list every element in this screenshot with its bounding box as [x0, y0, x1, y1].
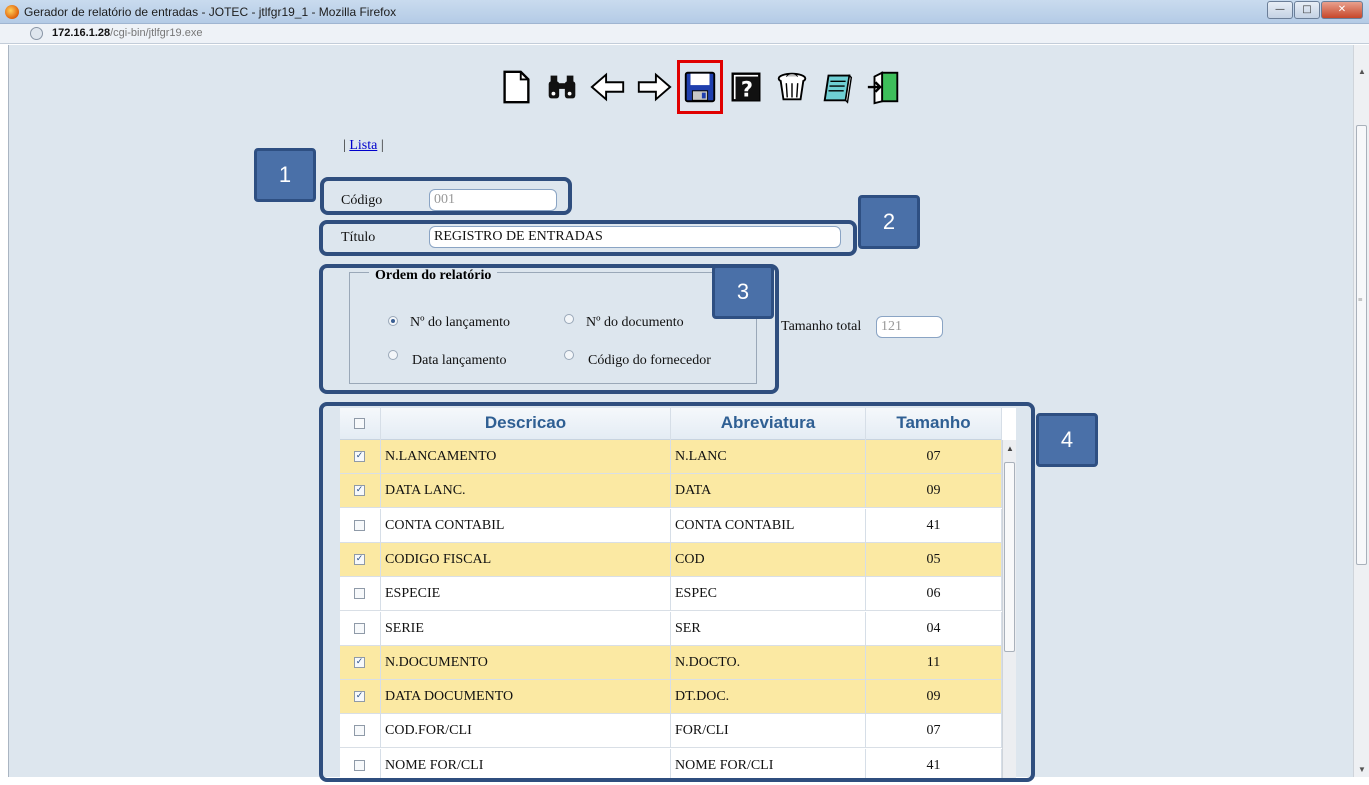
radio-label-codigo-fornecedor: Código do fornecedor [588, 353, 711, 368]
next-button[interactable] [631, 60, 677, 114]
binoculars-search-icon [548, 75, 576, 99]
address-bar[interactable]: 172.16.1.28/cgi-bin/jtlfgr19.exe [0, 24, 1369, 44]
radio-codigo-fornecedor[interactable] [564, 350, 574, 360]
callout-4: 4 [1036, 413, 1098, 467]
url-text[interactable]: 172.16.1.28/cgi-bin/jtlfgr19.exe [52, 27, 202, 39]
trash-icon [777, 72, 807, 101]
minimize-button[interactable]: — [1267, 1, 1293, 19]
save-floppy-icon [684, 71, 716, 103]
close-button[interactable]: ✕ [1321, 1, 1363, 19]
radio-n-documento[interactable] [564, 314, 574, 324]
notes-button[interactable] [815, 60, 861, 114]
globe-icon [30, 27, 43, 40]
save-button[interactable] [677, 60, 723, 114]
callout-frame-4 [319, 402, 1035, 782]
delete-button[interactable] [769, 60, 815, 114]
radio-n-lancamento[interactable] [388, 316, 398, 326]
window-controls: — □ ✕ [1266, 1, 1363, 19]
radio-data-lancamento[interactable] [388, 350, 398, 360]
help-icon: ? [731, 72, 761, 102]
window-title: Gerador de relatório de entradas - JOTEC… [24, 5, 397, 19]
notebook-icon [823, 74, 853, 104]
scrollbar-thumb[interactable] [1356, 125, 1367, 565]
firefox-icon [5, 5, 19, 19]
previous-button[interactable] [585, 60, 631, 114]
scroll-up-icon[interactable]: ▲ [1358, 67, 1366, 76]
exit-door-icon [867, 71, 899, 105]
titulo-field[interactable] [429, 226, 841, 248]
scrollbar-grip-icon: ≡ [1358, 295, 1363, 304]
maximize-button[interactable]: □ [1294, 1, 1320, 19]
ordem-legend: Ordem do relatório [369, 268, 498, 284]
radio-label-n-documento: Nº do documento [586, 315, 684, 330]
help-button[interactable]: ? [723, 60, 769, 114]
tamanho-total-field[interactable] [876, 316, 943, 338]
scroll-down-icon[interactable]: ▼ [1358, 765, 1366, 774]
toolbar: ? [493, 60, 907, 114]
callout-3: 3 [712, 265, 774, 319]
new-document-icon [503, 70, 530, 104]
radio-label-data-lancamento: Data lançamento [412, 353, 507, 368]
svg-text:?: ? [741, 78, 753, 102]
arrow-left-icon [590, 72, 625, 102]
search-button[interactable] [539, 60, 585, 114]
exit-button[interactable] [861, 60, 907, 114]
arrow-right-icon [637, 72, 672, 102]
callout-1: 1 [254, 148, 316, 202]
window-titlebar: Gerador de relatório de entradas - JOTEC… [0, 0, 1369, 24]
titulo-label: Título [341, 230, 376, 245]
new-document-button[interactable] [493, 60, 539, 114]
nav-separator-right: | [380, 138, 384, 153]
url-path: /cgi-bin/jtlfgr19.exe [110, 27, 203, 39]
codigo-label: Código [341, 193, 383, 208]
lista-link[interactable]: Lista [349, 138, 377, 153]
radio-label-n-lancamento: Nº do lançamento [410, 315, 510, 330]
nav-links: | Lista | [343, 138, 384, 154]
codigo-field[interactable] [429, 189, 557, 211]
url-host: 172.16.1.28 [52, 27, 111, 39]
tamanho-total-label: Tamanho total [781, 319, 862, 334]
callout-2: 2 [858, 195, 920, 249]
page-scrollbar[interactable]: ▲ ≡ ▼ [1353, 45, 1369, 777]
nav-separator-left: | [343, 138, 346, 153]
